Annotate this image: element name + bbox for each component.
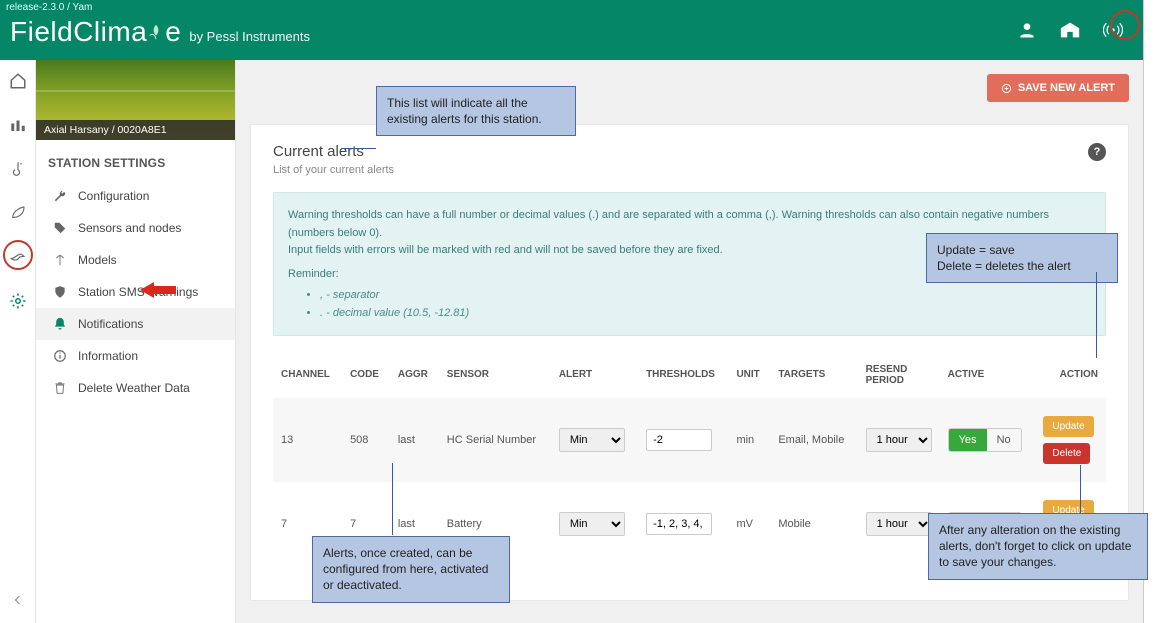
- cell-code: 508: [342, 398, 390, 482]
- bell-icon: [52, 316, 68, 332]
- user-icon[interactable]: [1017, 20, 1037, 40]
- toggle-yes[interactable]: Yes: [949, 429, 987, 451]
- toggle-no[interactable]: No: [987, 429, 1021, 451]
- col-targets: TARGETS: [770, 352, 857, 398]
- sidebar-item-label: Configuration: [78, 189, 149, 203]
- callout-line: [1096, 272, 1097, 358]
- reminder-item: . - decimal value (10.5, -12.81): [320, 305, 1091, 323]
- sidebar-item-label: Station SMS Warnings: [78, 285, 198, 299]
- barn-icon[interactable]: [1059, 20, 1081, 40]
- col-channel: CHANNEL: [273, 352, 342, 398]
- brand-sub: by Pessl Instruments: [189, 29, 310, 44]
- rail-leaf-icon[interactable]: [4, 200, 32, 226]
- brand-part: e: [165, 16, 181, 47]
- cell-targets: Email, Mobile: [770, 398, 857, 482]
- callout-save-changes: After any alteration on the existing ale…: [928, 513, 1148, 580]
- col-aggr: AGGR: [390, 352, 439, 398]
- release-label: release-2.3.0 / Yam: [6, 2, 92, 13]
- save-new-alert-label: SAVE NEW ALERT: [1018, 82, 1115, 94]
- alert-select[interactable]: Min: [559, 428, 625, 452]
- sidebar-item-models[interactable]: Models: [36, 244, 235, 276]
- brand: FieldClimae by Pessl Instruments: [10, 16, 310, 48]
- wrench-icon: [52, 188, 68, 204]
- col-alert: ALERT: [551, 352, 638, 398]
- station-caption: Axial Harsany / 0020A8E1: [36, 120, 235, 140]
- cell-channel: 13: [273, 398, 342, 482]
- callout-list: This list will indicate all the existing…: [376, 86, 576, 136]
- tag-icon: [52, 220, 68, 236]
- cell-unit: min: [728, 398, 770, 482]
- rail-bird-icon[interactable]: [4, 244, 32, 270]
- cell-aggr: last: [390, 398, 439, 482]
- callout-update-delete: Update = save Delete = deletes the alert: [926, 233, 1118, 283]
- icon-rail: [0, 60, 36, 623]
- reminder-item: , - separator: [320, 287, 1091, 305]
- callout-line: [392, 463, 393, 535]
- cell-targets: Mobile: [770, 482, 857, 566]
- help-icon[interactable]: ?: [1088, 143, 1106, 161]
- sidebar-item-label: Notifications: [78, 317, 143, 331]
- antenna-icon: [52, 252, 68, 268]
- col-thresholds: THRESHOLDS: [638, 352, 728, 398]
- callout-line: [1080, 465, 1081, 513]
- col-action: ACTION: [1035, 352, 1106, 398]
- sidebar-section-title: STATION SETTINGS: [36, 140, 235, 180]
- save-new-alert-button[interactable]: SAVE NEW ALERT: [987, 74, 1129, 102]
- rail-thermometer-icon[interactable]: [4, 156, 32, 182]
- rail-chart-icon[interactable]: [4, 112, 32, 138]
- sidebar-item-sensors[interactable]: Sensors and nodes: [36, 212, 235, 244]
- resend-select[interactable]: 1 hour: [866, 428, 932, 452]
- delete-button[interactable]: Delete: [1043, 443, 1090, 464]
- sidebar-item-label: Information: [78, 349, 138, 363]
- col-resend: RESEND PERIOD: [858, 352, 940, 398]
- sidebar-item-notifications[interactable]: Notifications: [36, 308, 235, 340]
- sidebar-item-label: Delete Weather Data: [78, 381, 190, 395]
- col-sensor: SENSOR: [439, 352, 551, 398]
- col-unit: UNIT: [728, 352, 770, 398]
- sidebar: Axial Harsany / 0020A8E1 STATION SETTING…: [36, 60, 236, 623]
- station-photo: Axial Harsany / 0020A8E1: [36, 60, 235, 140]
- col-code: CODE: [342, 352, 390, 398]
- panel-title: Current alerts: [273, 143, 394, 160]
- brand-part: Field: [10, 16, 73, 47]
- cell-sensor: HC Serial Number: [439, 398, 551, 482]
- rail-gear-icon[interactable]: [4, 288, 32, 314]
- rail-home-icon[interactable]: [4, 68, 32, 94]
- shield-icon: [52, 284, 68, 300]
- sidebar-item-label: Models: [78, 253, 117, 267]
- active-toggle[interactable]: YesNo: [948, 428, 1022, 452]
- panel-subtitle: List of your current alerts: [273, 164, 394, 176]
- annotation-arrow: [140, 281, 176, 299]
- top-header: release-2.3.0 / Yam FieldClimae by Pessl…: [0, 0, 1143, 60]
- trash-icon: [52, 380, 68, 396]
- sidebar-item-configuration[interactable]: Configuration: [36, 180, 235, 212]
- thresholds-input[interactable]: [646, 429, 712, 451]
- alert-select[interactable]: Min: [559, 512, 625, 536]
- resend-select[interactable]: 1 hour: [866, 512, 932, 536]
- sidebar-item-information[interactable]: Information: [36, 340, 235, 372]
- table-row: 13 508 last HC Serial Number Min min Ema…: [273, 398, 1106, 482]
- update-button[interactable]: Update: [1043, 416, 1093, 437]
- col-active: ACTIVE: [940, 352, 1036, 398]
- cell-unit: mV: [728, 482, 770, 566]
- thresholds-input[interactable]: [646, 513, 712, 535]
- callout-configure: Alerts, once created, can be configured …: [312, 536, 510, 603]
- sidebar-item-label: Sensors and nodes: [78, 221, 181, 235]
- sidebar-item-delete-weather[interactable]: Delete Weather Data: [36, 372, 235, 404]
- rail-collapse-icon[interactable]: [4, 587, 32, 613]
- info-icon: [52, 348, 68, 364]
- brand-part: Clima: [73, 16, 147, 47]
- callout-line: [341, 148, 376, 149]
- broadcast-icon[interactable]: [1103, 20, 1123, 40]
- sidebar-item-sms-warnings[interactable]: Station SMS Warnings: [36, 276, 235, 308]
